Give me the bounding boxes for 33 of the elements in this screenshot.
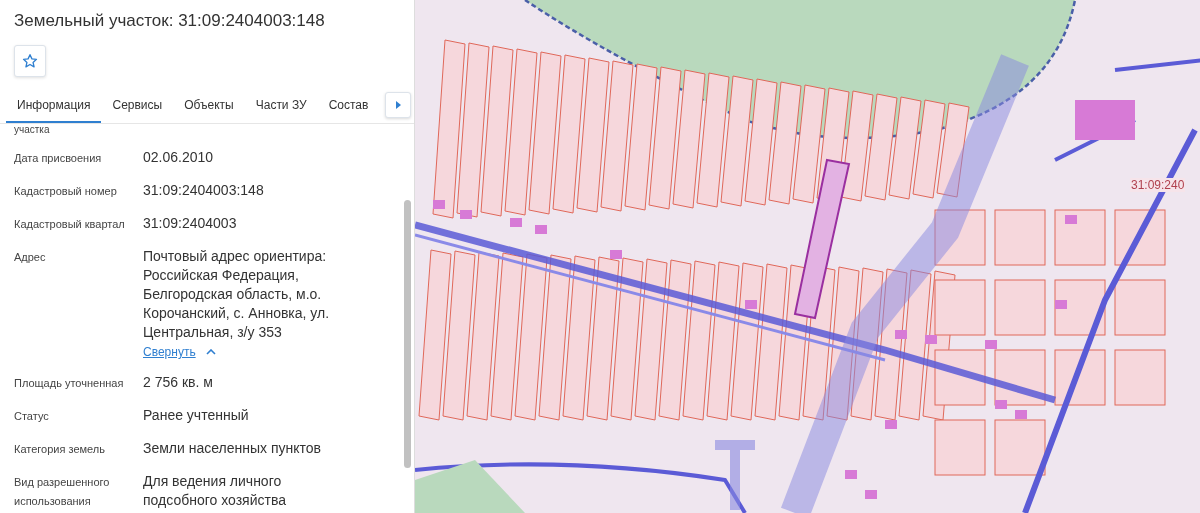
field-value: 2 756 кв. м [143,373,214,392]
caret-icon [395,101,401,109]
tab[interactable]: Объекты [173,98,245,123]
field-label: Категория земель [14,442,106,457]
tab[interactable]: Состав [317,98,380,123]
field-value: Ранее учтенный [143,406,250,425]
field-value: 31:09:2404003 [143,214,238,233]
field-value: 31:09:2404003:148 [143,181,265,200]
field-value: Земли населенных пунктов [143,439,323,458]
field-label: участка [14,125,51,135]
panel-title: Земельный участок: 31:09:2404003:148 [14,11,326,31]
field-value: Почтовый адрес ориентира: Российская Федерация, Белгородская область, м.о. Корочанский, с. Анновка, ул. Центральная, з/у 353 [143,247,331,342]
tab[interactable]: Информация [6,98,102,123]
selected-parcel[interactable] [793,158,851,320]
collapse-link[interactable]: Свернуть [143,345,216,359]
field-value: Для ведения личного подсобного хозяйства [143,472,287,510]
field-label: Кадастровый квартал [14,217,126,232]
field-value: 02.06.2010 [143,148,215,167]
field-label: Дата присвоения [14,151,103,166]
star-icon [22,53,38,69]
chevron-up-icon [205,349,216,355]
field-label: Вид разрешенного использования [14,475,111,509]
scroll-right-button[interactable] [385,92,411,118]
favorite-button[interactable] [14,45,46,77]
map-label: 31:09:240 [1130,178,1186,192]
tab[interactable]: Сервисы [101,98,174,123]
field-label: Адрес [14,250,47,265]
cadastral-map-drawing[interactable] [415,0,1200,513]
field-label: Площадь уточненная [14,376,125,391]
field-label: Кадастровый номер [14,184,118,199]
tab[interactable]: Части ЗУ [244,98,318,123]
field-label: Статус [14,409,50,424]
scrollbar[interactable] [404,200,411,468]
